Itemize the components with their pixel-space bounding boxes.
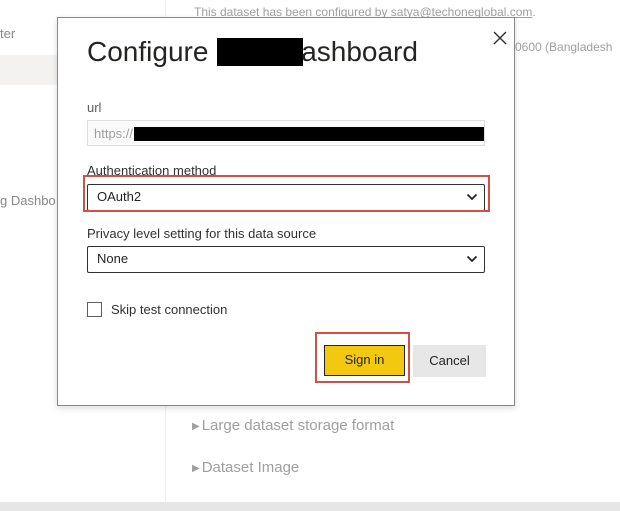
sidebar-item[interactable]: ter (0, 26, 15, 41)
timezone-text: 0600 (Bangladesh (515, 40, 613, 54)
dialog-title: Configure ashboard (87, 36, 418, 68)
close-icon (493, 31, 507, 45)
privacy-level-value: None (97, 251, 129, 266)
section-label: Large dataset storage format (201, 417, 395, 434)
close-button[interactable] (490, 28, 510, 48)
section-dataset-image[interactable]: ▶ Dataset Image (192, 459, 299, 476)
sidebar-selected-item[interactable] (0, 55, 60, 85)
bottom-bar (0, 502, 620, 511)
caret-right-icon: ▶ (192, 421, 200, 432)
skip-test-connection-label: Skip test connection (111, 302, 228, 317)
privacy-level-select[interactable]: None (87, 246, 485, 273)
caret-right-icon: ▶ (192, 463, 200, 474)
section-large-dataset-storage[interactable]: ▶ Large dataset storage format (192, 417, 394, 434)
url-field[interactable]: https:// (87, 120, 485, 146)
redaction-block (217, 38, 304, 66)
configure-dashboard-dialog: Configure ashboard url https:// Authenti… (57, 17, 515, 406)
chevron-down-icon (466, 255, 478, 263)
sidebar-item-dashboard[interactable]: g Dashbo (0, 193, 56, 208)
cancel-button[interactable]: Cancel (413, 345, 486, 377)
notice-suffix: . (532, 5, 536, 19)
url-value: https:// (94, 126, 134, 141)
url-label: url (87, 100, 102, 115)
privacy-level-label: Privacy level setting for this data sour… (87, 226, 317, 241)
title-start: Configure (87, 36, 209, 67)
sign-in-button[interactable]: Sign in (324, 345, 405, 376)
redaction-block (134, 127, 484, 141)
auth-highlight-box (83, 175, 490, 212)
title-end: ashboard (301, 36, 418, 67)
section-label: Dataset Image (201, 459, 300, 476)
skip-test-connection-checkbox[interactable] (87, 302, 102, 317)
